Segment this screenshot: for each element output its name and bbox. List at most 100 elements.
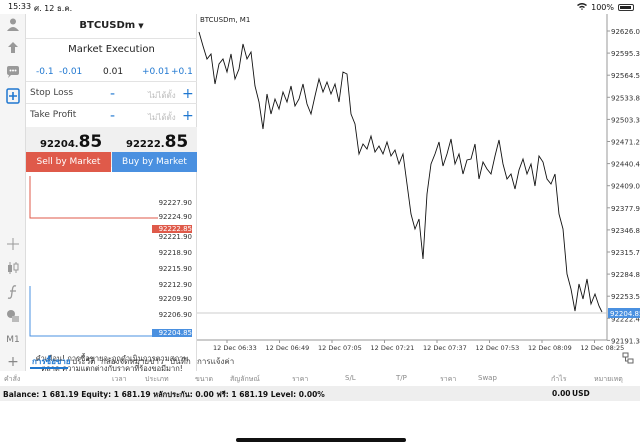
timeframe-m1[interactable]: M1 (5, 332, 21, 348)
trade-icon[interactable] (5, 40, 21, 56)
y-tick-label: 92409.00 (611, 183, 640, 191)
y-tick-label: 92564.50 (611, 72, 640, 80)
y-tick-label: 92503.30 (611, 116, 640, 124)
stop-loss-minus-button[interactable]: - (110, 87, 115, 101)
total-profit: 0.00 (552, 389, 571, 398)
bid-price: 92204.85 (40, 132, 102, 152)
symbol-selector[interactable]: BTCUSDm ▼ (26, 20, 197, 31)
tab-mailbox[interactable]: กล่องจดหมาย (101, 355, 149, 368)
bid-price-big: 85 (78, 132, 103, 152)
trade-table-header: คำสั่ง เวลา ประเภท ขนาด สัญลักษณ์ ราคา S… (0, 372, 640, 384)
sell-by-market-button[interactable]: Sell by Market (26, 152, 111, 172)
home-indicator[interactable] (236, 438, 406, 442)
mini-scale-label: 92227.90 (158, 199, 192, 207)
take-profit-input[interactable]: ไม่ได้ตั้ง (148, 111, 176, 124)
order-panel: BTCUSDm ▼ Market Execution -0.1 -0.01 0.0… (26, 14, 197, 373)
x-tick-label: 12 Dec 06:33 (213, 344, 257, 352)
account-icon[interactable] (5, 16, 21, 32)
toolbox-tabs: การซื้อขาย ประวัติ กล่องจดหมาย ข่าว บันท… (26, 352, 640, 368)
col-order: คำสั่ง (4, 375, 21, 383)
x-tick-label: 12 Dec 07:21 (371, 344, 415, 352)
col-price: ราคา (292, 375, 309, 383)
price-chart[interactable]: BTCUSDm, M1 92626.00 92595.30 92564.50 9253… (197, 14, 640, 359)
add-icon[interactable]: + (5, 354, 21, 370)
x-tick-label: 12 Dec 07:05 (318, 344, 362, 352)
left-toolbar: M1 + (0, 14, 26, 371)
mini-scale-label: 92215.90 (158, 265, 192, 273)
chart-symbol-label: BTCUSDm, M1 (200, 16, 251, 24)
chat-icon[interactable] (5, 64, 21, 80)
tab-alerts[interactable]: การแจ้งค่า (197, 355, 234, 368)
execution-type[interactable]: Market Execution (26, 44, 197, 55)
y-tick-label: 92471.20 (611, 139, 640, 147)
buy-by-market-button[interactable]: Buy by Market (112, 152, 197, 172)
col-size: ขนาด (195, 375, 214, 383)
ask-price-main: 92222. (126, 139, 165, 150)
mini-scale-label: 92209.90 (158, 295, 192, 303)
y-tick-label: 92253.50 (611, 293, 640, 301)
volume-plus-large-button[interactable]: +0.1 (171, 67, 193, 77)
price-line (198, 31, 603, 313)
mini-scale-label: 92206.90 (158, 311, 192, 319)
status-bar: 15:33 ศ. 12 ธ.ค. 100% (0, 0, 640, 14)
stop-loss-plus-button[interactable]: + (182, 87, 194, 101)
y-tick-label: 92346.80 (611, 227, 640, 235)
mini-scale-label: 92222.85 (152, 225, 192, 233)
tab-news[interactable]: ข่าว (149, 355, 163, 368)
toolbox-layout-icon[interactable] (622, 352, 634, 366)
candles-icon[interactable] (5, 260, 21, 276)
y-tick-label: 92315.70 (611, 249, 640, 257)
col-sl: S/L (345, 374, 356, 382)
battery-percent: 100% (591, 2, 614, 12)
new-order-icon[interactable] (5, 88, 21, 104)
mini-tick-chart: 92227.90 92224.90 92222.85 92221.90 92218.90… (26, 176, 197, 351)
volume-minus-large-button[interactable]: -0.1 (36, 67, 54, 77)
y-tick-label: 92533.80 (611, 94, 640, 102)
take-profit-label: Take Profit (30, 110, 77, 120)
bid-price-main: 92204. (40, 139, 79, 150)
col-type: ประเภท (145, 375, 169, 383)
ask-price-big: 85 (164, 132, 189, 152)
battery-icon (618, 3, 634, 11)
mini-scale-label: 92221.90 (158, 233, 192, 241)
col-price-current: ราคา (440, 375, 457, 383)
col-comment: หมายเหตุ (594, 375, 623, 383)
y-tick-label: 92377.90 (611, 205, 640, 213)
chevron-down-icon: ▼ (138, 22, 144, 30)
indicators-icon[interactable] (5, 284, 21, 300)
active-tab-indicator (30, 367, 68, 369)
x-tick-label: 12 Dec 08:25 (581, 344, 625, 352)
status-time: 15:33 (8, 2, 32, 11)
take-profit-minus-button[interactable]: - (110, 109, 115, 123)
col-tp: T/P (396, 374, 407, 382)
objects-icon[interactable] (5, 308, 21, 324)
col-profit: กำไร (551, 375, 567, 383)
take-profit-plus-button[interactable]: + (182, 109, 194, 123)
current-price-label: 92204.85 (610, 310, 640, 318)
balance-bar: Balance: 1 681.19 Equity: 1 681.19 หลักป… (0, 386, 640, 401)
x-tick-label: 12 Dec 06:49 (266, 344, 310, 352)
tab-history[interactable]: ประวัติ (72, 355, 95, 368)
mini-scale-label: 92212.90 (158, 281, 192, 289)
ask-price: 92222.85 (126, 132, 188, 152)
y-tick-label: 92284.80 (611, 271, 640, 279)
stop-loss-input[interactable]: ไม่ได้ตั้ง (148, 89, 176, 102)
x-tick-label: 12 Dec 08:09 (528, 344, 572, 352)
volume-value[interactable]: 0.01 (103, 67, 123, 77)
volume-minus-small-button[interactable]: -0.01 (59, 67, 82, 77)
col-symbol: สัญลักษณ์ (230, 375, 260, 383)
y-tick-label: 92440.40 (611, 161, 640, 169)
mini-scale-label: 92218.90 (158, 249, 192, 257)
chart-svg: 92626.00 92595.30 92564.50 92533.80 92503.30… (197, 14, 640, 352)
stop-loss-label: Stop Loss (30, 88, 74, 98)
crosshair-icon[interactable] (5, 236, 21, 252)
y-tick-label: 92626.00 (611, 28, 640, 36)
mini-scale-label: 92204.85 (152, 329, 192, 337)
col-time: เวลา (112, 375, 127, 383)
x-tick-label: 12 Dec 07:53 (476, 344, 520, 352)
symbol-label: BTCUSDm (79, 20, 136, 31)
balance-summary: Balance: 1 681.19 Equity: 1 681.19 หลักป… (3, 390, 325, 399)
volume-plus-small-button[interactable]: +0.01 (142, 67, 170, 77)
tab-journal[interactable]: บันทึก (170, 355, 191, 368)
y-tick-label: 92595.30 (611, 50, 640, 58)
